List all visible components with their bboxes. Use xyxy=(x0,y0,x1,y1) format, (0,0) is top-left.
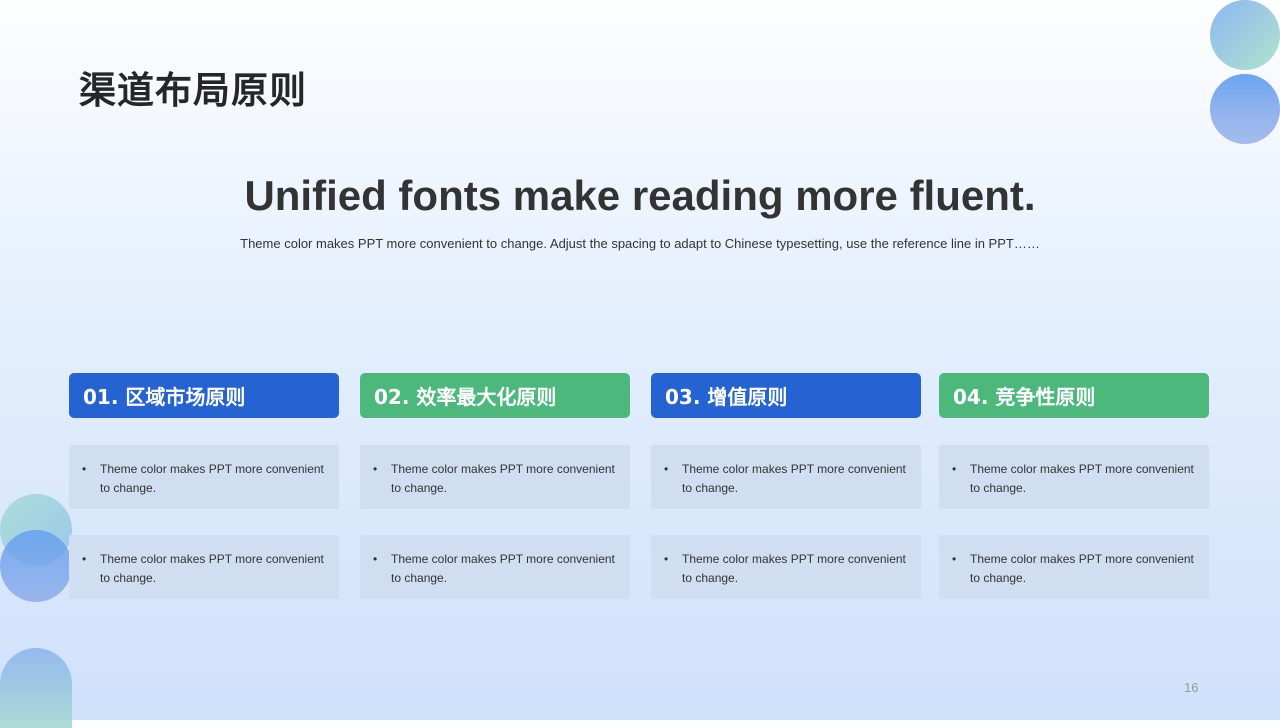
column-heading-3: 03. 增值原则 xyxy=(651,373,921,418)
column-1-card-2: • Theme color makes PPT more convenient … xyxy=(69,535,339,599)
column-4-card-2: • Theme color makes PPT more convenient … xyxy=(939,535,1209,599)
decor-circle-left-2 xyxy=(0,530,72,602)
bullet-icon: • xyxy=(664,462,669,476)
card-text: Theme color makes PPT more convenient to… xyxy=(391,552,615,585)
bullet-icon: • xyxy=(82,462,87,476)
column-heading-4: 04. 竞争性原则 xyxy=(939,373,1209,418)
column-1-card-1: • Theme color makes PPT more convenient … xyxy=(69,445,339,509)
card-text: Theme color makes PPT more convenient to… xyxy=(682,552,906,585)
headline: Unified fonts make reading more fluent. xyxy=(244,172,1036,219)
card-text: Theme color makes PPT more convenient to… xyxy=(100,462,324,495)
bullet-icon: • xyxy=(82,552,87,566)
column-2-card-1: • Theme color makes PPT more convenient … xyxy=(360,445,630,509)
card-text: Theme color makes PPT more convenient to… xyxy=(391,462,615,495)
bullet-icon: • xyxy=(373,552,378,566)
slide-title: 渠道布局原则 xyxy=(79,69,307,112)
column-2-card-2: • Theme color makes PPT more convenient … xyxy=(360,535,630,599)
decor-circle-top-right-1 xyxy=(1210,0,1280,70)
bullet-icon: • xyxy=(952,552,957,566)
decor-pill-bottom-left xyxy=(0,648,72,728)
column-4-card-1: • Theme color makes PPT more convenient … xyxy=(939,445,1209,509)
bullet-icon: • xyxy=(664,552,669,566)
column-3-card-2: • Theme color makes PPT more convenient … xyxy=(651,535,921,599)
decor-circle-top-right-2 xyxy=(1210,74,1280,144)
bullet-icon: • xyxy=(952,462,957,476)
page-number: 16 xyxy=(1184,680,1199,695)
column-heading-1: 01. 区域市场原则 xyxy=(69,373,339,418)
card-text: Theme color makes PPT more convenient to… xyxy=(970,462,1194,495)
bullet-icon: • xyxy=(373,462,378,476)
card-text: Theme color makes PPT more convenient to… xyxy=(100,552,324,585)
card-text: Theme color makes PPT more convenient to… xyxy=(970,552,1194,585)
card-text: Theme color makes PPT more convenient to… xyxy=(682,462,906,495)
column-3-card-1: • Theme color makes PPT more convenient … xyxy=(651,445,921,509)
column-heading-2: 02. 效率最大化原则 xyxy=(360,373,630,418)
subline: Theme color makes PPT more convenient to… xyxy=(240,236,1040,251)
